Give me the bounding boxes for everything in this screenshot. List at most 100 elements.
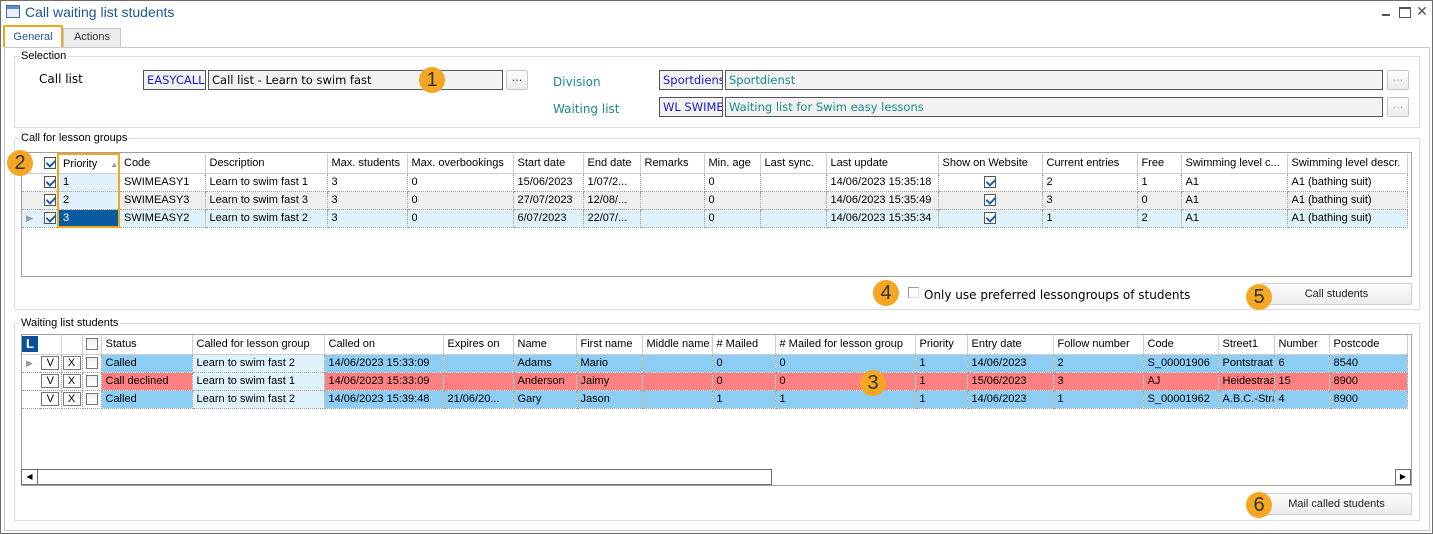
- cell-called-on[interactable]: 14/06/2023 15:33:09: [324, 354, 444, 373]
- cell-description[interactable]: Learn to swim fast 1: [205, 173, 328, 192]
- cell-max-overbookings[interactable]: 0: [407, 209, 514, 228]
- cell-student-code[interactable]: S_00001962: [1143, 390, 1219, 409]
- cell-middle-name[interactable]: [642, 354, 713, 373]
- cell-show-on-website[interactable]: [938, 191, 1043, 210]
- horizontal-scrollbar[interactable]: ◀: [21, 469, 772, 485]
- cell-status[interactable]: Called: [101, 390, 193, 409]
- accept-cell[interactable]: V: [40, 390, 62, 409]
- cell-start-date[interactable]: 15/06/2023: [513, 173, 584, 192]
- cell-max-overbookings[interactable]: 0: [407, 191, 514, 210]
- row-select-cell[interactable]: [40, 191, 59, 210]
- column-header-middle-name[interactable]: Middle name: [642, 335, 713, 355]
- division-browse-button[interactable]: ...: [1387, 70, 1409, 90]
- cell-last-sync[interactable]: [760, 209, 827, 228]
- cell-called-for-lesson-group[interactable]: Learn to swim fast 1: [192, 372, 325, 391]
- cell-follow-number[interactable]: 3: [1053, 372, 1144, 391]
- column-header-status[interactable]: Status: [101, 335, 193, 355]
- cell-postcode[interactable]: 8900: [1329, 390, 1408, 409]
- cell-mailed-for-lesson-group[interactable]: 0: [775, 372, 916, 391]
- scroll-left-icon[interactable]: ◀: [22, 470, 38, 484]
- column-header-priority[interactable]: Priority: [915, 335, 968, 355]
- cell-current-entries[interactable]: 3: [1042, 191, 1138, 210]
- cell-name[interactable]: Anderson: [513, 372, 577, 391]
- student-select-checkbox[interactable]: [85, 375, 98, 388]
- column-header-first-name[interactable]: First name: [576, 335, 643, 355]
- call-list-description-field[interactable]: Call list - Learn to swim fast: [208, 70, 503, 90]
- waiting-list-description-field[interactable]: Waiting list for Swim easy lessons: [725, 97, 1383, 117]
- cell-code[interactable]: SWIMEASY1: [119, 173, 206, 192]
- close-button[interactable]: ✕: [1415, 5, 1429, 19]
- waiting-student-row[interactable]: V X Call declined Learn to swim fast 1 14/06…: [22, 372, 1408, 391]
- select-all-students-header[interactable]: [82, 335, 102, 355]
- cell-mailed[interactable]: 0: [712, 372, 776, 391]
- cell-free[interactable]: 0: [1137, 191, 1182, 210]
- call-students-button[interactable]: Call students: [1261, 283, 1412, 305]
- column-header-street1[interactable]: Street1: [1218, 335, 1275, 355]
- waiting-list-browse-button[interactable]: ...: [1387, 97, 1409, 117]
- cell-priority[interactable]: 1: [915, 390, 968, 409]
- column-header-mailed[interactable]: # Mailed: [712, 335, 776, 355]
- cell-first-name[interactable]: Jaimy: [576, 372, 643, 391]
- row-select-checkbox[interactable]: [44, 194, 56, 207]
- cell-number[interactable]: 15: [1274, 372, 1330, 391]
- column-header-min-age[interactable]: Min. age: [704, 154, 761, 174]
- column-header-mailed-for-lesson-group[interactable]: # Mailed for lesson group: [775, 335, 916, 355]
- cell-last-update[interactable]: 14/06/2023 15:35:18: [826, 173, 939, 192]
- cell-student-code[interactable]: S_00001906: [1143, 354, 1219, 373]
- cell-expires-on[interactable]: 21/06/20...: [443, 390, 514, 409]
- cell-name[interactable]: Adams: [513, 354, 577, 373]
- column-header-expires-on[interactable]: Expires on: [443, 335, 514, 355]
- cell-street1[interactable]: Pontstraat: [1218, 354, 1275, 373]
- cell-description[interactable]: Learn to swim fast 3: [205, 191, 328, 210]
- call-list-code-field[interactable]: EASYCALL: [143, 70, 206, 90]
- cell-last-sync[interactable]: [760, 173, 827, 192]
- cell-max-students[interactable]: 3: [327, 209, 408, 228]
- cell-max-students[interactable]: 3: [327, 191, 408, 210]
- column-header-called-for-lesson-group[interactable]: Called for lesson group: [192, 335, 325, 355]
- cell-description[interactable]: Learn to swim fast 2: [205, 209, 328, 228]
- cell-priority[interactable]: 1: [915, 354, 968, 373]
- cell-last-sync[interactable]: [760, 191, 827, 210]
- column-header-swimming-level-code[interactable]: Swimming level c...: [1181, 154, 1288, 174]
- cell-min-age[interactable]: 0: [704, 173, 761, 192]
- row-indicator[interactable]: ▶: [22, 209, 40, 228]
- scroll-right-icon[interactable]: ▶: [1395, 469, 1411, 485]
- cell-code[interactable]: SWIMEASY3: [119, 191, 206, 210]
- cell-priority[interactable]: 2: [57, 191, 120, 210]
- student-select-checkbox[interactable]: [85, 393, 98, 406]
- lesson-group-row[interactable]: ▶ 3 SWIMEASY2 Learn to swim fast 2 3 0 6/07/20…: [22, 209, 1408, 228]
- accept-cell[interactable]: V: [40, 372, 62, 391]
- column-header-last-sync[interactable]: Last sync.: [760, 154, 827, 174]
- cell-first-name[interactable]: Mario: [576, 354, 643, 373]
- decline-call-button[interactable]: X: [62, 374, 81, 388]
- cell-called-for-lesson-group[interactable]: Learn to swim fast 2: [192, 390, 325, 409]
- decline-cell[interactable]: X: [61, 354, 83, 373]
- column-header-number[interactable]: Number: [1274, 335, 1330, 355]
- cell-number[interactable]: 6: [1274, 354, 1330, 373]
- cell-priority[interactable]: 1: [915, 372, 968, 391]
- column-header-swimming-level-descr[interactable]: Swimming level descr.: [1287, 154, 1408, 174]
- cell-entry-date[interactable]: 14/06/2023: [967, 390, 1054, 409]
- row-indicator[interactable]: ▶: [22, 354, 40, 373]
- cell-current-entries[interactable]: 1: [1042, 209, 1138, 228]
- column-header-postcode[interactable]: Postcode: [1329, 335, 1408, 355]
- mail-called-students-button[interactable]: Mail called students: [1261, 493, 1412, 515]
- column-header-max-students[interactable]: Max. students: [327, 154, 408, 174]
- cell-name[interactable]: Gary: [513, 390, 577, 409]
- layout-badge-header[interactable]: L: [22, 335, 40, 355]
- cell-swimming-level-code[interactable]: A1: [1181, 191, 1288, 210]
- show-on-website-checkbox[interactable]: [984, 212, 996, 225]
- cell-free[interactable]: 1: [1137, 173, 1182, 192]
- row-indicator[interactable]: [22, 173, 40, 192]
- preferred-lessongroups-label[interactable]: Only use preferred lessongroups of stude…: [924, 288, 1190, 302]
- column-header-student-code[interactable]: Code: [1143, 335, 1219, 355]
- row-select-cell[interactable]: [40, 173, 59, 192]
- show-on-website-checkbox[interactable]: [984, 194, 996, 207]
- cell-min-age[interactable]: 0: [704, 191, 761, 210]
- cell-entry-date[interactable]: 15/06/2023: [967, 372, 1054, 391]
- column-header-priority[interactable]: Priority ▲: [57, 153, 120, 174]
- division-description-field[interactable]: Sportdienst: [725, 70, 1383, 90]
- student-select-cell[interactable]: [82, 354, 102, 373]
- row-indicator[interactable]: [22, 191, 40, 210]
- select-all-header[interactable]: [40, 154, 59, 174]
